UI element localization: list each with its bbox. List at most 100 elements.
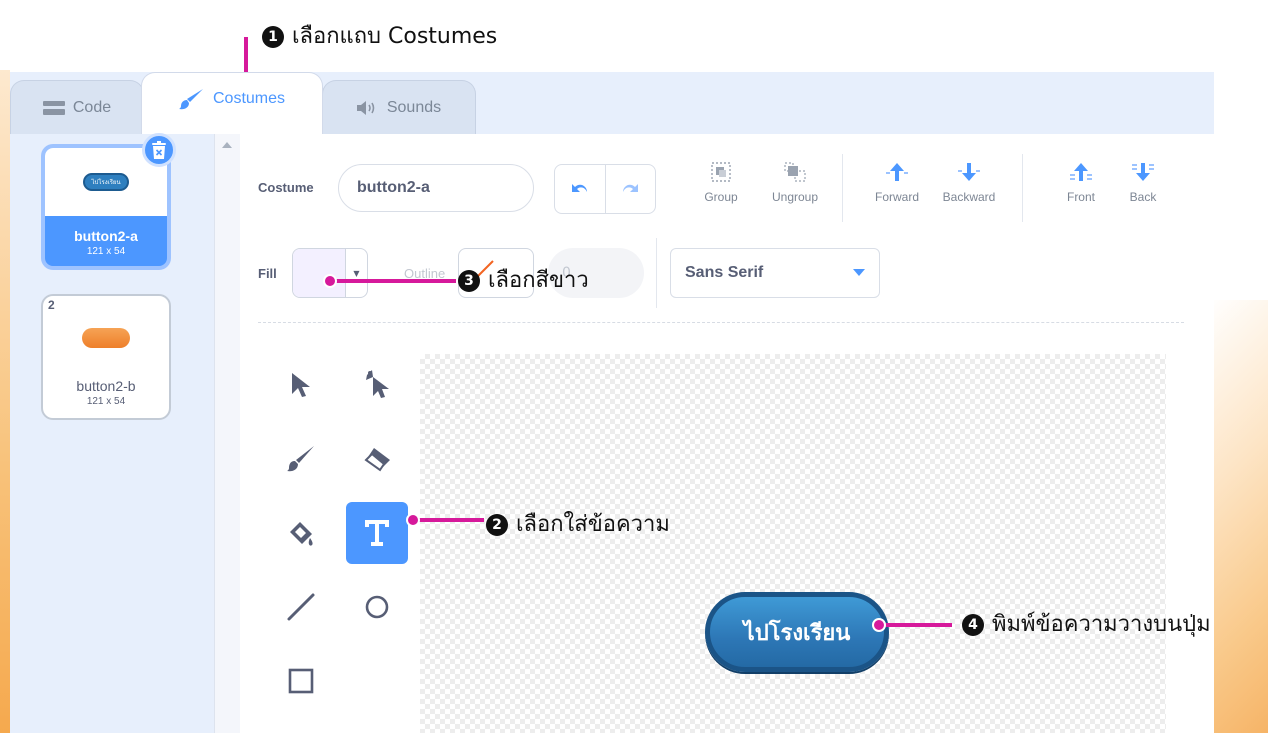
annotation-text-2: เลือกใส่ข้อความ [516,512,670,537]
annotation-text-4: พิมพ์ข้อความวางบนปุ่ม [992,612,1211,637]
arrow-front-icon [1070,163,1092,181]
group-icon [711,162,731,182]
text-tool[interactable] [346,502,408,564]
front-label: Front [1066,190,1095,204]
font-select[interactable]: Sans Serif [670,248,880,298]
annotation-dot-2 [406,513,420,527]
delete-costume-button[interactable] [142,133,176,167]
rectangle-icon [288,668,314,694]
brush-icon [287,446,314,472]
circle-tool[interactable] [346,576,408,638]
arrow-back-icon [1132,163,1154,181]
button-thumbnail-blue: ไปโรงเรียน [83,173,129,191]
toolbar-divider [1022,154,1023,222]
annotation-2: 2 เลือกใส่ข้อความ [486,506,670,541]
tab-sounds[interactable]: Sounds [322,80,476,134]
button-thumbnail-orange [82,328,130,348]
reshape-icon [366,370,389,398]
annotation-3: 3 เลือกสีขาว [458,262,589,297]
trash-icon [152,141,166,159]
costume-thumbnail [53,310,159,366]
costume-name: button2-a [74,228,138,244]
back-button[interactable]: Back [1108,162,1178,222]
annotation-text-1: เลือกแถบ Costumes [292,24,498,49]
toolbar-divider-dashed [258,322,1184,323]
annotation-number-1: 1 [262,26,284,48]
group-button[interactable]: Group [686,162,756,222]
annotation-line-2 [414,518,484,522]
code-blocks-icon [42,100,65,115]
brush-tool[interactable] [270,428,332,490]
circle-icon [365,595,389,619]
toolbar-divider [842,154,843,222]
costume-number: 1 [49,148,56,162]
tab-costumes-label: Costumes [212,89,286,107]
annotation-dot-4 [872,618,886,632]
costume-list: ไปโรงเรียน 1 button2-a 121 x 54 2 button… [10,133,214,733]
reshape-tool[interactable] [346,354,408,416]
paint-bucket-icon [290,522,313,546]
costume-name: button2-b [76,378,136,394]
costume-number: 2 [48,298,55,312]
redo-button[interactable] [606,165,656,213]
fill-tool[interactable] [270,502,332,564]
drawing-toolbox [270,354,410,733]
backward-button[interactable]: Backward [934,162,1004,222]
fill-label: Fill [258,266,277,281]
fill-color-picker[interactable]: ▼ [292,248,368,298]
redo-icon [623,184,639,192]
editor-tabs: Code Costumes Sounds [10,72,1214,134]
line-tool[interactable] [270,576,332,638]
page-decoration-left [0,70,10,733]
rectangle-tool[interactable] [270,650,332,712]
font-select-value: Sans Serif [685,264,764,281]
ungroup-label: Ungroup [771,190,819,204]
tab-sounds-label: Sounds [386,98,442,116]
ungroup-icon [784,162,806,182]
chevron-down-icon: ▼ [345,249,367,297]
backward-label: Backward [942,190,996,204]
undo-button[interactable] [555,165,606,213]
annotation-line-3 [330,279,456,283]
ungroup-button[interactable]: Ungroup [760,162,830,222]
annotation-1: 1 เลือกแถบ Costumes [262,18,497,53]
arrow-backward-icon [958,163,980,181]
canvas-button-costume[interactable]: ไปโรงเรียน [705,592,889,672]
tab-code-label: Code [72,98,112,116]
select-arrow-icon [292,373,310,397]
undo-redo-group [554,164,656,214]
select-tool[interactable] [270,354,332,416]
tab-code[interactable]: Code [10,80,144,134]
caret-down-icon [853,269,865,276]
text-tool-icon [365,520,389,546]
scroll-up-arrow-icon[interactable] [222,142,232,148]
forward-label: Forward [874,190,919,204]
toolbar-divider [656,238,657,308]
costume-name-input[interactable] [338,164,534,212]
costume-list-scrollbar[interactable] [214,134,240,733]
back-label: Back [1129,190,1157,204]
arrow-forward-icon [886,163,908,181]
page-decoration-right [1208,300,1268,733]
annotation-dot-3 [323,274,337,288]
fill-color-swatch [293,249,345,297]
paintbrush-icon [178,88,203,109]
annotation-4: 4 พิมพ์ข้อความวางบนปุ่ม [962,606,1211,641]
line-icon [287,593,315,621]
annotation-number-3: 3 [458,270,480,292]
eraser-icon [364,448,390,472]
annotation-number-2: 2 [486,514,508,536]
forward-button[interactable]: Forward [862,162,932,222]
annotation-line-4 [880,623,952,627]
group-label: Group [704,190,738,204]
tab-costumes[interactable]: Costumes [141,72,323,134]
annotation-text-3: เลือกสีขาว [488,268,589,293]
paint-editor: Costume Group [240,134,1214,733]
speaker-icon [356,100,375,115]
front-button[interactable]: Front [1046,162,1116,222]
eraser-tool[interactable] [346,428,408,490]
costume-size: 121 x 54 [86,246,126,257]
costume-item-2[interactable]: 2 button2-b 121 x 54 [41,294,171,420]
drawing-canvas[interactable]: ไปโรงเรียน [420,354,1166,733]
costume-label: Costume [258,180,314,195]
